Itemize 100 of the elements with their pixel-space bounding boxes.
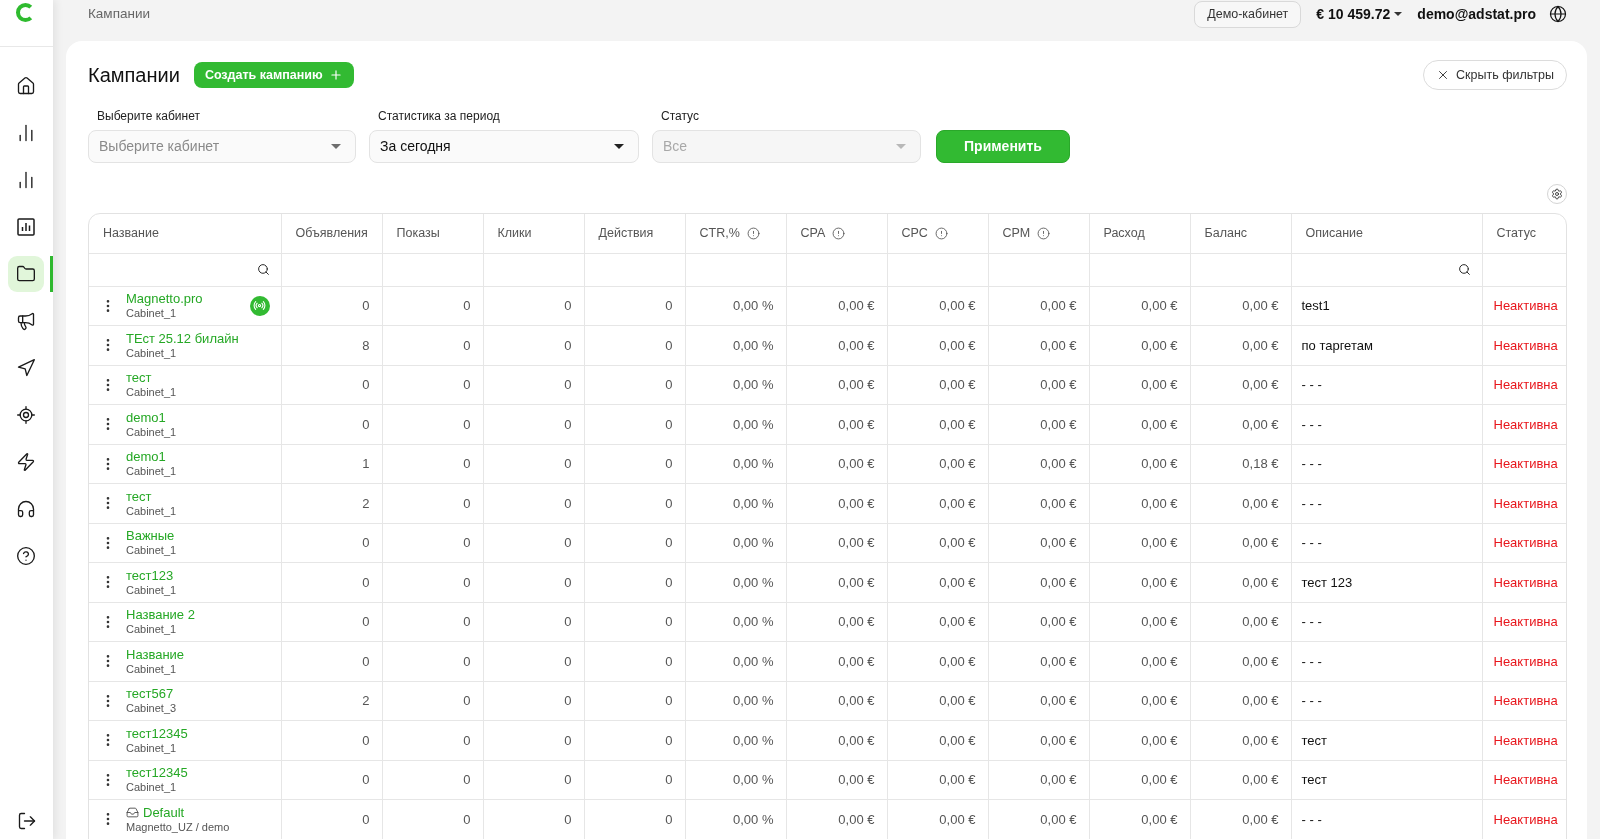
campaign-name-link[interactable]: тест12345 bbox=[126, 725, 188, 742]
table-cell: 0,00 € bbox=[887, 720, 988, 760]
account-button[interactable]: Демо-кабинет bbox=[1194, 0, 1302, 28]
table-cell: 0,00 € bbox=[1190, 365, 1291, 405]
table-cell: 0,00 € bbox=[887, 760, 988, 800]
table-cell: Неактивна bbox=[1482, 286, 1566, 326]
table-cell: 0,00 % bbox=[685, 799, 786, 839]
dropdown-field[interactable]: За сегодня bbox=[369, 130, 639, 163]
table-cell: 0,00 € bbox=[887, 523, 988, 563]
table-cell: - - - bbox=[1291, 404, 1482, 444]
table-cell: 0 bbox=[584, 799, 685, 839]
table-cell: Неактивна bbox=[1482, 325, 1566, 365]
campaign-name-link[interactable]: тест123 bbox=[126, 567, 174, 584]
sidebar-item[interactable] bbox=[8, 256, 44, 292]
table-cell: 0,00 € bbox=[887, 325, 988, 365]
table-cell: 0,00 € bbox=[1190, 562, 1291, 602]
table-cell: 0 bbox=[281, 365, 382, 405]
table-cell: - - - bbox=[1291, 444, 1482, 484]
campaign-name-link[interactable]: ТЕст 25.12 билайн bbox=[126, 330, 239, 347]
column-header: CPA bbox=[800, 224, 826, 242]
table-cell: 0 bbox=[483, 641, 584, 681]
table-cell: 0 bbox=[584, 720, 685, 760]
column-header: Расход bbox=[1103, 224, 1145, 242]
table-cell: 0,00 € bbox=[887, 483, 988, 523]
campaign-name-link[interactable]: Важные bbox=[126, 528, 175, 545]
table-cell: 0,00 € bbox=[786, 641, 887, 681]
table-cell: 0 bbox=[483, 602, 584, 642]
plus-icon bbox=[328, 68, 343, 82]
table-cell: 0,00 € bbox=[786, 681, 887, 721]
campaign-name-link[interactable]: Magnetto.pro bbox=[126, 291, 203, 308]
table-cell: 0 bbox=[483, 286, 584, 326]
table-cell: 0 bbox=[483, 325, 584, 365]
dropdown-field[interactable]: Выберите кабинет bbox=[88, 130, 356, 163]
globe-icon[interactable] bbox=[1549, 5, 1567, 23]
table-cell: 0 bbox=[483, 760, 584, 800]
table-cell: 0,00 € bbox=[1089, 760, 1190, 800]
table-cell: 0,00 € bbox=[1089, 483, 1190, 523]
table-cell: Неактивна bbox=[1482, 444, 1566, 484]
campaign-name-link[interactable]: тест bbox=[126, 370, 152, 387]
table-cell: 0,00 € bbox=[887, 602, 988, 642]
field-label: Выберите кабинет bbox=[96, 109, 201, 123]
search-icon bbox=[256, 263, 270, 276]
cabinet-name: Cabinet_1 bbox=[126, 504, 178, 518]
create-campaign-button[interactable]: Создать кампанию bbox=[193, 62, 354, 88]
table-cell: 0,00 % bbox=[685, 602, 786, 642]
table-cell: 0 bbox=[281, 602, 382, 642]
table-cell: 0,00 € bbox=[887, 562, 988, 602]
campaign-name-link[interactable]: demo1 bbox=[126, 449, 166, 466]
column-header: Описание bbox=[1305, 224, 1363, 242]
caret-down-icon bbox=[614, 144, 624, 149]
table-cell: по таргетам bbox=[1291, 325, 1482, 365]
table-cell: 0,00 € bbox=[887, 444, 988, 484]
table-cell: 0,00 € bbox=[786, 720, 887, 760]
table-cell: 0 bbox=[281, 523, 382, 563]
campaign-name-link[interactable]: тест567 bbox=[126, 686, 174, 703]
table-cell: 0 bbox=[584, 562, 685, 602]
table-cell: 0 bbox=[281, 799, 382, 839]
campaign-name-link[interactable]: Название 2 bbox=[126, 607, 195, 624]
table-cell: 0 bbox=[382, 523, 483, 563]
cabinet-name: Cabinet_1 bbox=[126, 623, 178, 637]
table-cell: 0 bbox=[483, 483, 584, 523]
table-cell: 0,00 € bbox=[1089, 641, 1190, 681]
table-cell: 0 bbox=[382, 325, 483, 365]
table-cell: 0,00 € bbox=[786, 444, 887, 484]
table-cell: 0 bbox=[382, 286, 483, 326]
table-cell: 0 bbox=[483, 404, 584, 444]
table-cell: 0 bbox=[584, 760, 685, 800]
table-cell: 0,00 € bbox=[1089, 325, 1190, 365]
table-settings-button[interactable] bbox=[1547, 184, 1567, 204]
table-cell: 0,00 % bbox=[685, 325, 786, 365]
cabinet-name: Cabinet_1 bbox=[126, 583, 178, 597]
search-icon bbox=[1457, 263, 1471, 276]
column-header: Баланс bbox=[1204, 224, 1248, 242]
table-cell: 0 bbox=[281, 641, 382, 681]
table-cell: 0,00 € bbox=[1190, 404, 1291, 444]
cabinet-name: Cabinet_1 bbox=[126, 346, 178, 360]
balance-dropdown[interactable]: € 10 459.72 bbox=[1316, 3, 1403, 25]
table-cell: 0,00 € bbox=[1190, 325, 1291, 365]
table-cell: 0,00 € bbox=[786, 799, 887, 839]
campaign-name-link[interactable]: demo1 bbox=[126, 409, 166, 426]
table-cell: 0,00 € bbox=[988, 325, 1089, 365]
folder-icon bbox=[16, 264, 36, 284]
campaign-name-link[interactable]: тест12345 bbox=[126, 765, 188, 782]
table-cell: 0,00 € bbox=[1089, 444, 1190, 484]
table-cell: 0,00 € bbox=[1089, 720, 1190, 760]
user-email[interactable]: demo@adstat.pro bbox=[1417, 3, 1536, 25]
hide-filters-button[interactable]: Скрыть фильтры bbox=[1423, 60, 1567, 90]
table-cell: Неактивна bbox=[1482, 523, 1566, 563]
table-cell: 0,00 % bbox=[685, 681, 786, 721]
logout-icon[interactable] bbox=[16, 811, 37, 831]
table-cell: 0,00 % bbox=[685, 404, 786, 444]
table-cell: 0 bbox=[281, 760, 382, 800]
campaign-name-link[interactable]: Default bbox=[143, 804, 185, 821]
table-cell: 0,00 % bbox=[685, 365, 786, 405]
table-cell: 0,00 € bbox=[887, 286, 988, 326]
table-cell: - - - bbox=[1291, 799, 1482, 839]
apply-button[interactable]: Применить bbox=[936, 130, 1070, 163]
campaign-name-link[interactable]: тест bbox=[126, 488, 152, 505]
table-cell: 0,00 € bbox=[1089, 523, 1190, 563]
campaign-name-link[interactable]: Название bbox=[126, 646, 185, 663]
